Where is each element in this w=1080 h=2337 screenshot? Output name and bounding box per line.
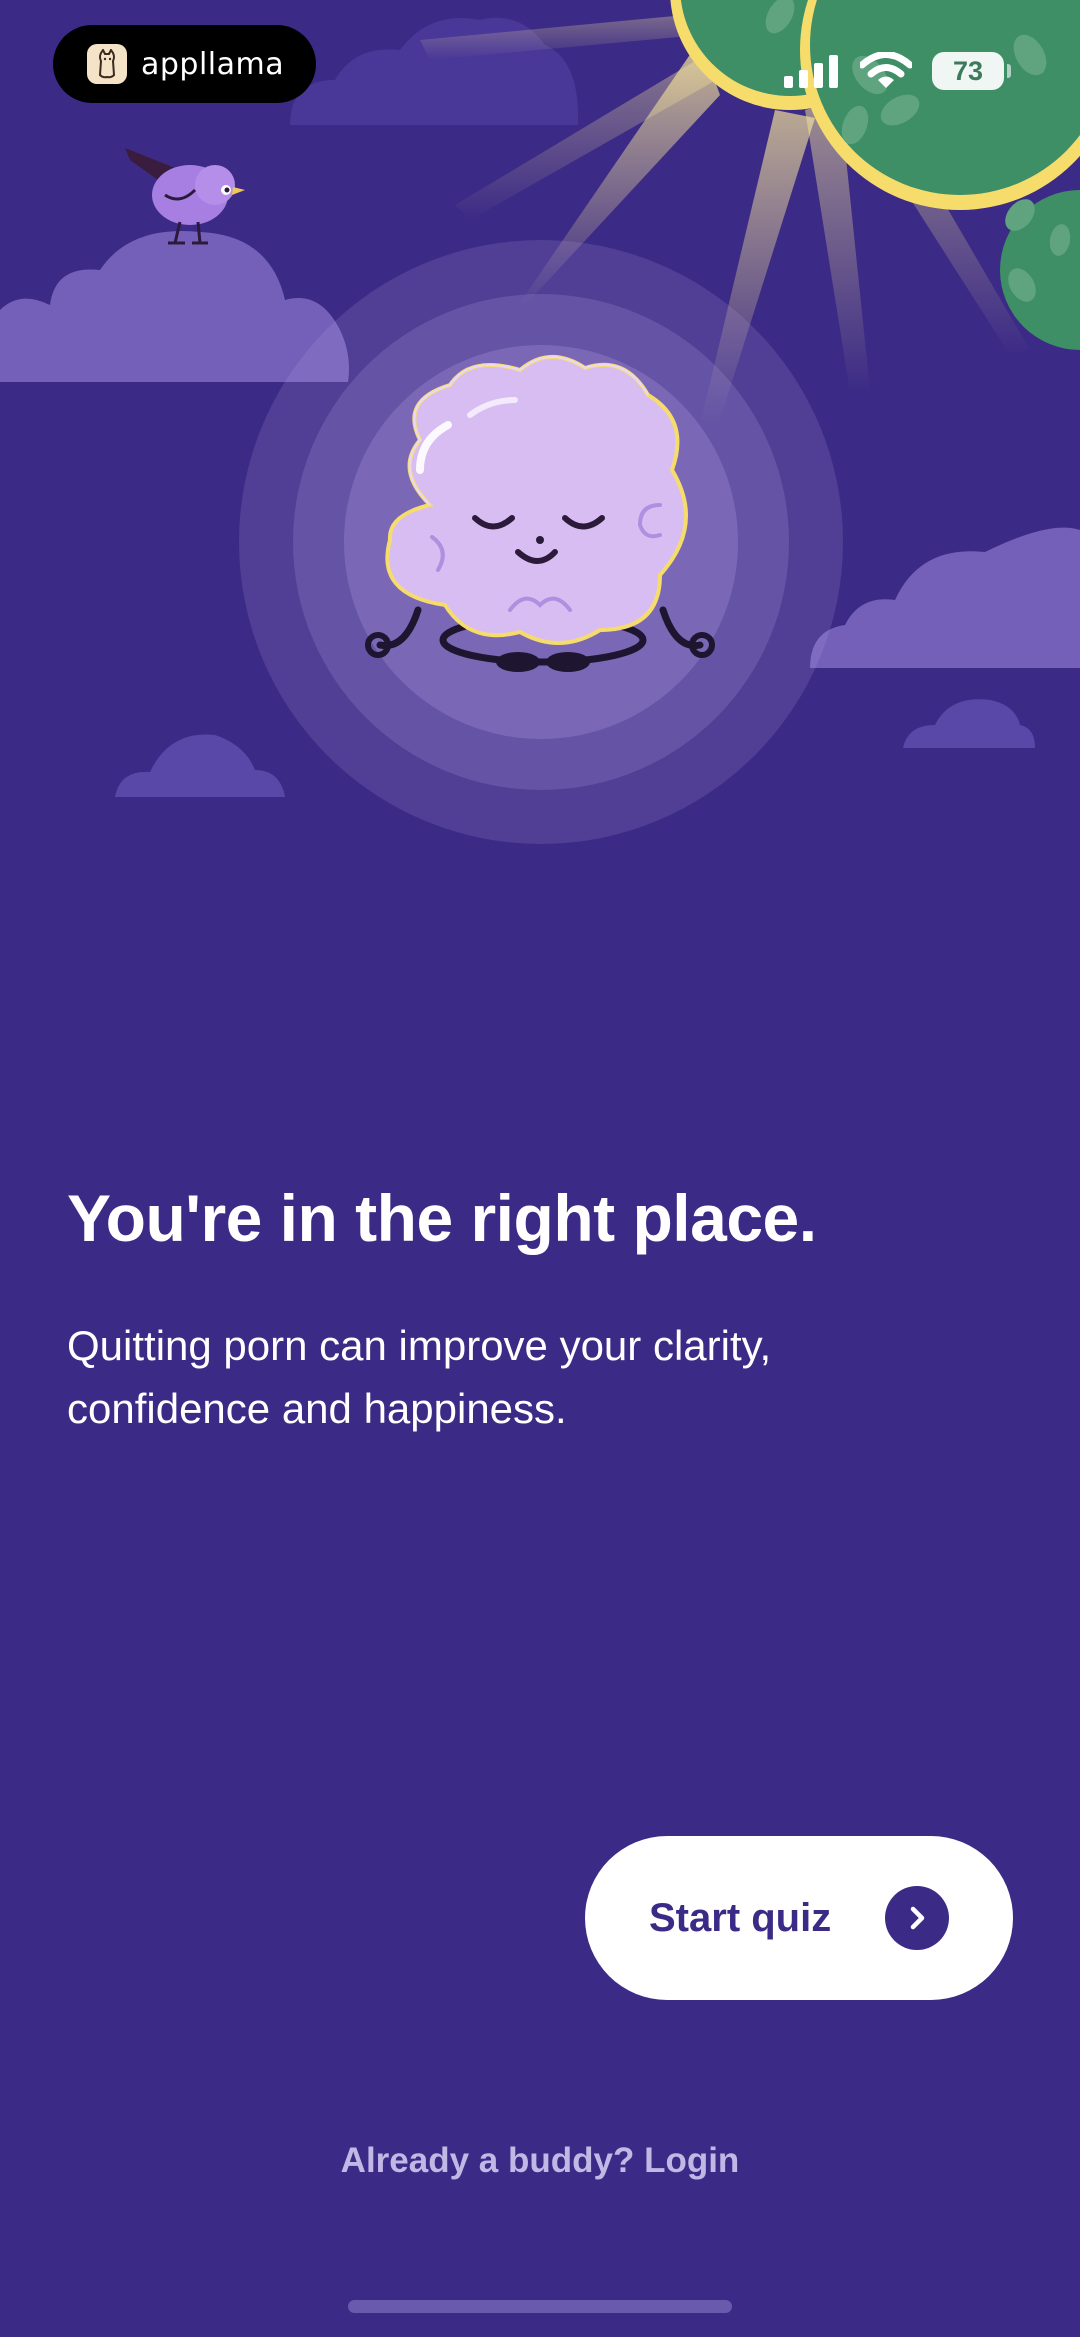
- status-indicators: 73: [784, 52, 1011, 90]
- small-cloud-left: [115, 734, 285, 797]
- small-cloud-right: [903, 699, 1035, 748]
- llama-logo-icon: [87, 44, 127, 84]
- home-indicator[interactable]: [348, 2300, 732, 2313]
- start-quiz-label: Start quiz: [649, 1895, 832, 1940]
- page-title: You're in the right place.: [67, 1181, 817, 1255]
- start-quiz-button[interactable]: Start quiz: [585, 1836, 1013, 2000]
- app-pill-label: appllama: [141, 46, 285, 82]
- left-cloud: [0, 231, 349, 382]
- cellular-signal-icon: [784, 55, 838, 88]
- bird-illustration: [125, 148, 245, 245]
- chevron-right-icon: [885, 1886, 949, 1950]
- wifi-icon: [860, 52, 912, 88]
- battery-indicator: 73: [932, 52, 1011, 90]
- page-subtitle: Quitting porn can improve your clarity, …: [67, 1322, 772, 1432]
- hero-illustration: [0, 0, 1080, 844]
- app-pill[interactable]: appllama: [53, 25, 316, 103]
- login-link[interactable]: Already a buddy? Login: [0, 2141, 1080, 2181]
- onboarding-screen: appllama 73 You're in the right place. Q…: [0, 0, 1080, 2337]
- right-cloud: [810, 527, 1080, 668]
